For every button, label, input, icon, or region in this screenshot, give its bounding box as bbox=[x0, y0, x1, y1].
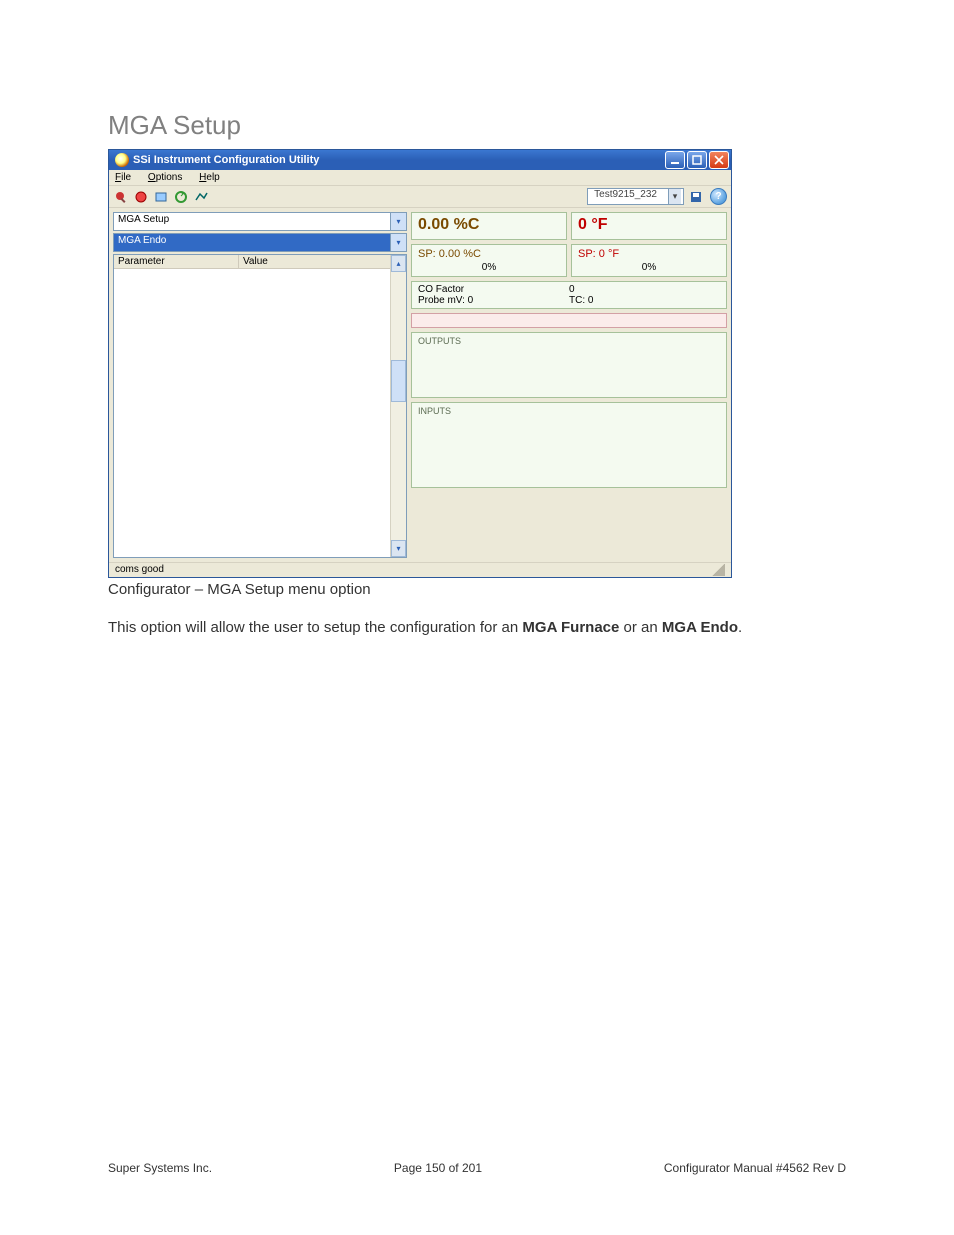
status-text: coms good bbox=[115, 564, 164, 576]
figure-caption: Configurator – MGA Setup menu option bbox=[108, 581, 846, 598]
toolbar: Test9215_232 ? bbox=[109, 186, 731, 208]
category-combo-text: MGA Setup bbox=[114, 213, 390, 230]
parameter-grid[interactable]: Parameter Value ▴ ▾ bbox=[113, 254, 407, 558]
tool-icon-2[interactable] bbox=[133, 189, 149, 205]
tool-icon-3[interactable] bbox=[153, 189, 169, 205]
minimize-button[interactable] bbox=[665, 151, 685, 169]
resize-grip-icon[interactable] bbox=[711, 564, 725, 576]
col-value[interactable]: Value bbox=[239, 255, 406, 268]
tool-icon-1[interactable] bbox=[113, 189, 129, 205]
footer-right: Configurator Manual #4562 Rev D bbox=[664, 1161, 846, 1175]
probe-status-panel: CO Factor Probe mV: 0 0 TC: 0 bbox=[411, 281, 727, 309]
close-button[interactable] bbox=[709, 151, 729, 169]
window-titlebar[interactable]: SSi Instrument Configuration Utility bbox=[109, 150, 731, 170]
tool-icon-5[interactable] bbox=[193, 189, 209, 205]
alarm-bar bbox=[411, 313, 727, 328]
page-footer: Super Systems Inc. Page 150 of 201 Confi… bbox=[108, 1161, 846, 1175]
temp-sp-panel: SP: 0 °F 0% bbox=[571, 244, 727, 277]
menu-file[interactable]: File bbox=[115, 172, 131, 183]
help-icon[interactable]: ? bbox=[710, 188, 727, 205]
app-icon bbox=[115, 153, 129, 167]
temp-readout: 0 °F bbox=[571, 212, 727, 240]
carbon-sp-panel: SP: 0.00 %C 0% bbox=[411, 244, 567, 277]
subcategory-combo-text: MGA Endo bbox=[114, 234, 390, 251]
window-title: SSi Instrument Configuration Utility bbox=[133, 154, 665, 166]
footer-left: Super Systems Inc. bbox=[108, 1161, 212, 1175]
app-window: SSi Instrument Configuration Utility Fil… bbox=[108, 149, 732, 578]
menu-options[interactable]: Options bbox=[148, 172, 182, 183]
scroll-thumb[interactable] bbox=[391, 360, 406, 402]
category-combo[interactable]: MGA Setup ▾ bbox=[113, 212, 407, 231]
device-selector[interactable]: Test9215_232 bbox=[587, 188, 684, 205]
page-title: MGA Setup bbox=[108, 110, 846, 141]
tool-icon-4[interactable] bbox=[173, 189, 189, 205]
subcategory-combo[interactable]: MGA Endo ▾ bbox=[113, 233, 407, 252]
menu-help[interactable]: Help bbox=[199, 172, 220, 183]
maximize-button[interactable] bbox=[687, 151, 707, 169]
intro-paragraph: This option will allow the user to setup… bbox=[108, 618, 846, 638]
inputs-panel: INPUTS bbox=[411, 402, 727, 488]
scrollbar[interactable]: ▴ ▾ bbox=[390, 255, 406, 557]
grid-header: Parameter Value bbox=[114, 255, 406, 269]
menu-bar: File Options Help bbox=[109, 170, 731, 186]
chevron-down-icon[interactable]: ▾ bbox=[390, 234, 406, 251]
status-bar: coms good bbox=[109, 562, 731, 577]
footer-center: Page 150 of 201 bbox=[394, 1161, 482, 1175]
carbon-readout: 0.00 %C bbox=[411, 212, 567, 240]
chevron-down-icon[interactable]: ▾ bbox=[390, 213, 406, 230]
col-parameter[interactable]: Parameter bbox=[114, 255, 239, 268]
scroll-down-icon[interactable]: ▾ bbox=[391, 540, 406, 557]
save-icon[interactable] bbox=[688, 189, 704, 205]
outputs-panel: OUTPUTS bbox=[411, 332, 727, 398]
